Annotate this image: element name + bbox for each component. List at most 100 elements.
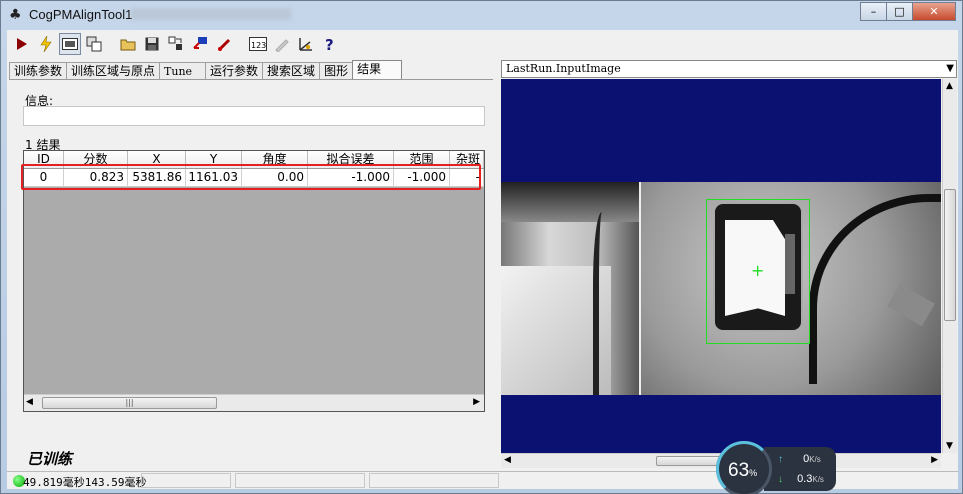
close-icon: ✕ xyxy=(929,5,939,18)
download-arrow-icon: ↓ xyxy=(778,474,783,485)
column-header-score[interactable]: 分数 xyxy=(64,151,128,168)
cpu-gauge: 63% xyxy=(716,441,772,494)
grid-scroll-thumb[interactable]: ||| xyxy=(42,397,217,409)
display-toggle-button[interactable] xyxy=(59,33,81,55)
results-grid[interactable]: ID 分数 X Y 角度 拟合误差 范围 杂斑 0 0.823 5381.86 … xyxy=(23,150,485,412)
grid-horizontal-scrollbar[interactable]: ◀ ||| ▶ xyxy=(24,394,484,411)
upload-arrow-icon: ↑ xyxy=(778,454,783,465)
cpu-percent-value: 63 xyxy=(728,460,750,481)
scroll-down-icon[interactable]: ▼ xyxy=(946,441,953,451)
column-header-y[interactable]: Y xyxy=(186,151,242,168)
tab-search-region[interactable]: 搜索区域 xyxy=(262,62,321,80)
blurred-title-suffix xyxy=(131,8,291,20)
save-icon xyxy=(145,37,159,51)
scroll-right-icon[interactable]: ▶ xyxy=(473,397,480,407)
maximize-button[interactable]: □ xyxy=(886,2,913,21)
export-icon xyxy=(217,38,231,52)
tab-strip: 训练参数 训练区域与原点 Tune 运行参数 搜索区域 图形 结果 xyxy=(9,60,403,80)
camera-image-left xyxy=(501,182,639,395)
trained-status: 已训练 xyxy=(27,450,73,468)
edit-icon xyxy=(275,39,289,52)
cell-fit-error: -1.000 xyxy=(308,169,394,186)
cell-id: 0 xyxy=(24,169,64,186)
image-selector[interactable]: LastRun.InputImage ▼ xyxy=(501,60,957,78)
viewer-vertical-scrollbar[interactable]: ▲ ▼ xyxy=(942,79,957,453)
tab-train-region-origin[interactable]: 训练区域与原点 xyxy=(66,62,161,80)
help-button[interactable]: ? xyxy=(319,33,341,55)
toolbar: 123 ? xyxy=(7,30,958,58)
timing-text: 49.819毫秒143.59毫秒 xyxy=(23,476,147,489)
number-format-button[interactable]: 123 xyxy=(247,33,269,55)
tab-results[interactable]: 结果 xyxy=(352,60,403,80)
column-header-angle[interactable]: 角度 xyxy=(242,151,308,168)
upload-rate: ↑ 0K/s xyxy=(778,453,821,465)
network-speed-panel: ↑ 0K/s ↓ 0.3K/s xyxy=(764,447,836,491)
network-speed-widget[interactable]: ↑ 0K/s ↓ 0.3K/s 63% xyxy=(716,441,836,494)
run-button[interactable] xyxy=(11,33,33,55)
cpu-percent-unit: % xyxy=(749,468,758,478)
tab-tune[interactable]: Tune xyxy=(159,62,207,80)
number-format-icon: 123 xyxy=(249,37,267,51)
title-bar[interactable]: ♣ CogPMAlignTool1 – □ ✕ xyxy=(1,1,962,29)
grid-header: ID 分数 X Y 角度 拟合误差 范围 杂斑 xyxy=(24,151,484,169)
cpu-percent: 63% xyxy=(728,460,757,482)
close-button[interactable]: ✕ xyxy=(912,2,956,21)
scroll-up-icon[interactable]: ▲ xyxy=(946,81,953,91)
cell-clutter: - xyxy=(450,169,484,186)
status-segment xyxy=(235,473,365,488)
scroll-left-icon[interactable]: ◀ xyxy=(26,397,33,407)
tab-graphics[interactable]: 图形 xyxy=(319,62,354,80)
column-header-range[interactable]: 范围 xyxy=(394,151,450,168)
minimize-button[interactable]: – xyxy=(860,2,887,21)
image-display-panel: LastRun.InputImage ▼ + ▲ ▼ ◀ ▶ xyxy=(501,60,958,470)
chevron-down-icon[interactable]: ▼ xyxy=(946,61,954,77)
results-panel: 信息: 1 结果 ID 分数 X Y 角度 拟合误差 范围 杂斑 0 0.823… xyxy=(9,79,493,469)
export-button[interactable] xyxy=(213,33,235,55)
cell-score: 0.823 xyxy=(64,169,128,186)
cell-x: 5381.86 xyxy=(128,169,186,186)
edit-button[interactable] xyxy=(271,33,293,55)
reset-button[interactable] xyxy=(165,33,187,55)
open-button[interactable] xyxy=(117,33,139,55)
table-row[interactable]: 0 0.823 5381.86 1161.03 0.00 -1.000 -1.0… xyxy=(24,169,484,187)
club-icon: ♣ xyxy=(9,7,22,23)
download-value: 0.3 xyxy=(797,473,813,485)
image-source-icon xyxy=(86,36,102,52)
tab-train-params[interactable]: 训练参数 xyxy=(9,62,68,80)
train-icon xyxy=(299,38,312,51)
tool-window: ♣ CogPMAlignTool1 – □ ✕ 123 ? 训练参数 训练区域与… xyxy=(0,0,963,494)
open-icon xyxy=(120,39,136,51)
svg-text:123: 123 xyxy=(251,41,266,50)
info-field[interactable] xyxy=(23,106,485,126)
live-button[interactable] xyxy=(35,33,57,55)
match-center-icon: + xyxy=(751,261,765,280)
column-header-id[interactable]: ID xyxy=(24,151,64,168)
download-rate: ↓ 0.3K/s xyxy=(778,473,824,485)
live-icon xyxy=(40,36,52,52)
image-selector-value: LastRun.InputImage xyxy=(506,62,621,75)
train-button[interactable] xyxy=(295,33,317,55)
window-title: CogPMAlignTool1 xyxy=(29,7,133,22)
image-viewer[interactable]: + xyxy=(501,79,941,453)
save-button[interactable] xyxy=(141,33,163,55)
import-button[interactable] xyxy=(189,33,211,55)
cell-range: -1.000 xyxy=(394,169,450,186)
client-area: 123 ? 训练参数 训练区域与原点 Tune 运行参数 搜索区域 图形 结果 … xyxy=(7,30,958,489)
run-icon xyxy=(17,38,27,50)
status-segment xyxy=(369,473,499,488)
image-source-button[interactable] xyxy=(83,33,105,55)
viewer-vscroll-thumb[interactable] xyxy=(944,189,956,321)
column-header-x[interactable]: X xyxy=(128,151,186,168)
viewer-scroll-right-icon[interactable]: ▶ xyxy=(931,455,938,465)
maximize-icon: □ xyxy=(894,5,905,18)
viewer-scroll-left-icon[interactable]: ◀ xyxy=(504,455,511,465)
download-unit: K/s xyxy=(812,475,824,484)
cell-y: 1161.03 xyxy=(186,169,242,186)
status-segment xyxy=(141,473,231,488)
tab-run-params[interactable]: 运行参数 xyxy=(205,62,264,80)
cell-angle: 0.00 xyxy=(242,169,308,186)
column-header-clutter[interactable]: 杂斑 xyxy=(450,151,484,168)
column-header-fit-error[interactable]: 拟合误差 xyxy=(308,151,394,168)
display-toggle-icon xyxy=(62,38,78,50)
upload-unit: K/s xyxy=(809,455,821,464)
